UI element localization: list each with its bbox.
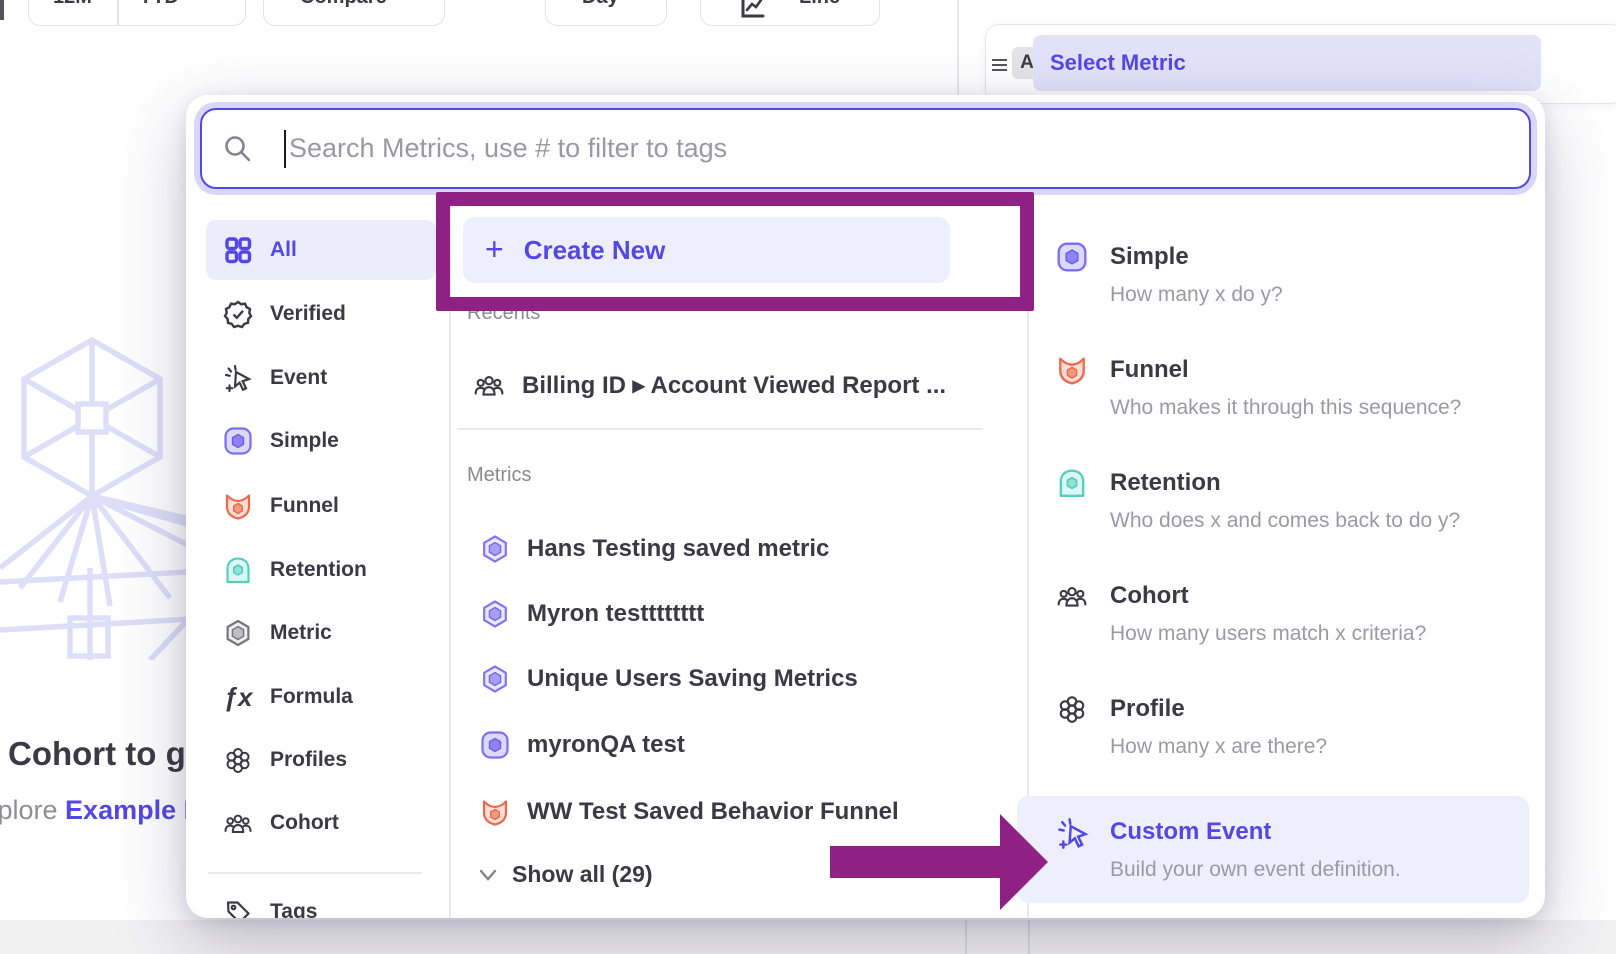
search-icon <box>222 133 254 165</box>
simple-metric-icon <box>480 730 510 760</box>
sidebar-item-tags[interactable]: Tags <box>206 890 436 918</box>
panel-divider <box>957 0 959 96</box>
sidebar-section-divider <box>208 872 422 874</box>
cohort-people-icon <box>473 369 505 401</box>
line-chart-icon <box>739 0 765 21</box>
text-caret <box>284 130 286 168</box>
sidebar-item-formula[interactable]: ƒx Formula <box>206 675 436 719</box>
screen: 12M YTD Compare Day Line A Select Metric… <box>0 0 1616 954</box>
retention-icon <box>1056 467 1088 499</box>
simple-metric-icon <box>1056 241 1088 273</box>
profiles-flower-icon <box>1056 693 1088 725</box>
metric-list-item[interactable]: myronQA test <box>480 724 685 766</box>
range-ytd-button[interactable]: YTD <box>139 0 179 9</box>
formula-fx-icon: ƒx <box>223 682 253 713</box>
sidebar-item-all[interactable]: All <box>206 220 436 280</box>
sidebar-item-verified[interactable]: Verified <box>206 292 436 336</box>
metric-list-item[interactable]: Myron testttttttt <box>480 593 704 635</box>
sidebar-item-retention[interactable]: Retention <box>206 548 436 592</box>
interval-day-button[interactable]: Day <box>545 0 667 26</box>
simple-metric-icon <box>223 426 253 456</box>
explore-prefix: xplore <box>0 795 65 825</box>
funnel-icon <box>480 797 510 827</box>
funnel-icon <box>223 491 253 521</box>
custom-event-cursor-icon <box>1056 816 1090 850</box>
chart-type-line-button[interactable]: Line <box>700 0 880 26</box>
sidebar-item-event[interactable]: Event <box>206 356 436 400</box>
sidebar-item-cohort[interactable]: Cohort <box>206 801 436 845</box>
sidebar-item-metric[interactable]: Metric <box>206 611 436 655</box>
chevron-down-icon <box>478 868 498 882</box>
strip-divider <box>1028 920 1030 954</box>
drag-handle-icon[interactable] <box>992 56 1007 74</box>
cohort-people-icon <box>1056 580 1088 612</box>
profiles-flower-icon <box>223 745 253 775</box>
grid-icon <box>223 235 253 265</box>
sidebar-item-funnel[interactable]: Funnel <box>206 484 436 528</box>
type-option-custom-event[interactable] <box>1017 796 1529 903</box>
sidebar-divider <box>449 205 451 918</box>
show-all-button[interactable]: Show all (29) <box>478 861 653 888</box>
funnel-icon <box>1056 354 1088 386</box>
range-12m-button[interactable]: 12M <box>53 0 92 9</box>
annotation-highlight-box <box>436 192 1034 311</box>
metric-hexagon-icon <box>223 618 253 648</box>
saved-metric-hexagon-icon <box>480 664 510 694</box>
metric-list-item[interactable]: Hans Testing saved metric <box>480 528 829 570</box>
recent-item-billing[interactable]: Billing ID ▸ Account Viewed Report ... <box>473 365 946 405</box>
saved-metric-hexagon-icon <box>480 534 510 564</box>
sidebar-item-profiles[interactable]: Profiles <box>206 738 436 782</box>
event-cursor-icon <box>223 363 253 393</box>
search-placeholder: Search Metrics, use # to filter to tags <box>289 133 727 164</box>
tag-icon <box>223 897 253 918</box>
date-range-segmented-control[interactable]: 12M YTD <box>28 0 246 26</box>
cohort-people-icon <box>223 808 253 838</box>
strip-divider <box>965 920 967 954</box>
example-reports-link[interactable]: Example R <box>65 795 203 825</box>
list-divider <box>457 428 983 430</box>
metric-list-item[interactable]: Unique Users Saving Metrics <box>480 658 858 700</box>
retention-icon <box>223 555 253 585</box>
select-metric-pill[interactable]: Select Metric <box>1033 35 1541 91</box>
annotation-arrow <box>830 810 1050 910</box>
compare-button[interactable]: Compare <box>263 0 445 26</box>
metric-search-input[interactable]: Search Metrics, use # to filter to tags <box>200 108 1531 189</box>
sidebar-item-simple[interactable]: Simple <box>206 419 436 463</box>
segment-divider <box>117 0 119 25</box>
metrics-heading: Metrics <box>467 464 531 487</box>
metric-row-card: A Select Metric <box>985 24 1616 104</box>
page-bottom-strip <box>0 920 1616 954</box>
saved-metric-hexagon-icon <box>480 599 510 629</box>
verified-badge-icon <box>223 299 253 329</box>
clipped-left-control <box>0 0 4 20</box>
